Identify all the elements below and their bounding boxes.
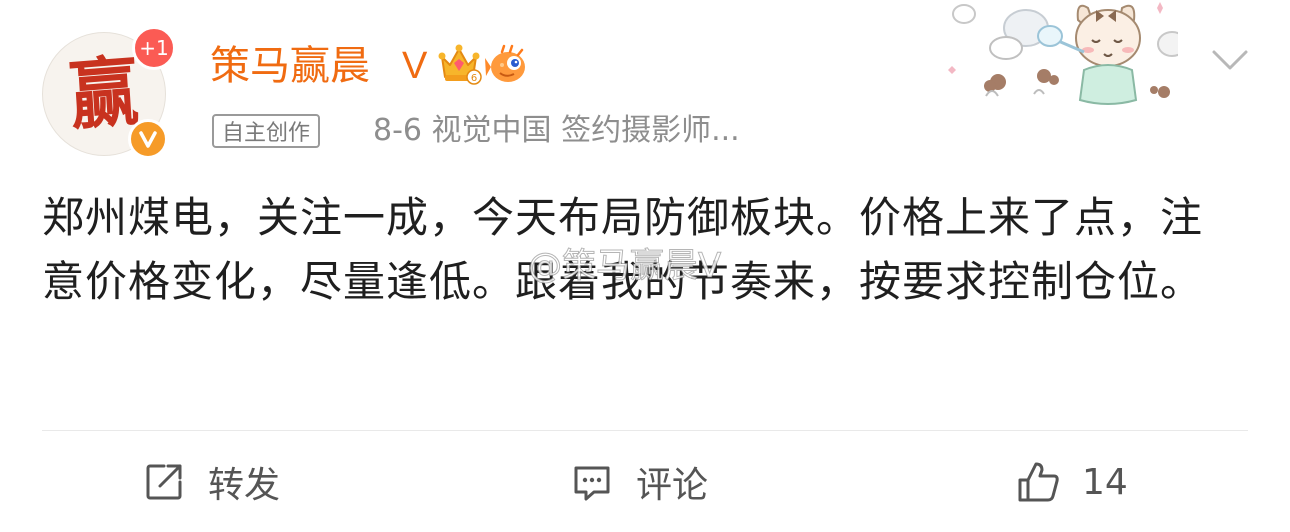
post-meta: 8-6 视觉中国 签约摄影师... — [373, 113, 740, 148]
like-button[interactable]: 14 — [1016, 456, 1128, 508]
like-count: 14 — [1082, 461, 1128, 503]
svg-text:6: 6 — [471, 73, 477, 84]
comment-label: 评论 — [636, 465, 709, 506]
pufferfish-icon[interactable] — [484, 43, 532, 87]
card-decoration-bunny-icon — [948, 2, 1178, 105]
repost-button[interactable]: 转发 — [142, 456, 280, 508]
divider — [42, 430, 1248, 431]
repost-icon — [146, 464, 182, 500]
repost-label: 转发 — [208, 465, 281, 506]
avatar-calligraphy: 赢 — [67, 46, 141, 141]
watermark: @策马赢晨V — [527, 246, 722, 287]
chevron-down-icon[interactable] — [1208, 44, 1252, 76]
comment-icon — [574, 466, 610, 501]
vip-mark: V — [402, 45, 428, 87]
comment-button[interactable]: 评论 — [570, 456, 708, 508]
notification-badge: +1 — [132, 26, 176, 70]
verified-v-icon — [128, 119, 168, 159]
username[interactable]: 策马赢晨 — [210, 40, 370, 92]
original-content-tag: 自主创作 — [212, 114, 321, 148]
crown-level-icon[interactable]: 6 — [436, 41, 482, 87]
thumbs-up-icon — [1018, 462, 1059, 502]
